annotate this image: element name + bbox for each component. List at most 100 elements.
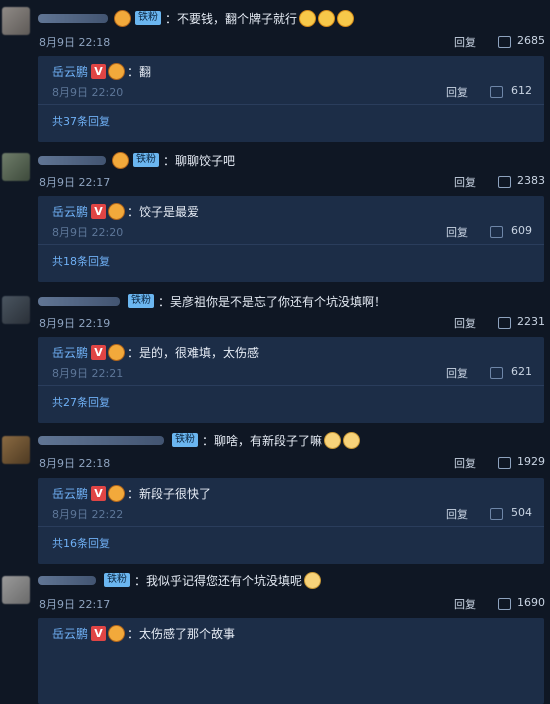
cat-emoji-icon <box>324 431 342 449</box>
username[interactable] <box>38 155 106 165</box>
comment-time: 8月9日 22:17 <box>39 176 111 189</box>
reply-button[interactable]: 回复 <box>454 315 476 331</box>
like-count: 2685 <box>517 34 545 47</box>
reply-button[interactable]: 回复 <box>446 84 468 100</box>
sub-reply-time: 8月9日 22:20 <box>52 86 124 99</box>
like-count: 2231 <box>517 315 545 328</box>
verified-icon: V <box>91 344 107 360</box>
avatar[interactable] <box>2 153 30 181</box>
username[interactable] <box>38 435 164 445</box>
thumbs-up-icon[interactable] <box>498 317 511 329</box>
avatar[interactable] <box>2 296 30 324</box>
crown-icon <box>108 624 126 642</box>
sub-reply-author[interactable]: 岳云鹏 <box>52 203 88 220</box>
thumbs-up-icon[interactable] <box>490 367 503 379</box>
sub-reply-text: ：翻 <box>127 64 152 79</box>
divider <box>38 526 544 527</box>
sub-reply-line: 岳云鹏 V ：太伤感了那个故事 <box>52 624 235 642</box>
sub-reply-author[interactable]: 岳云鹏 <box>52 344 88 361</box>
total-replies-link[interactable]: 共37条回复 <box>52 113 110 129</box>
laugh-emoji-icon <box>337 9 355 27</box>
comment-line: 铁粉 ：我似乎记得您还有个坑没填呢 <box>38 570 322 590</box>
divider <box>38 244 544 245</box>
like-count: 621 <box>511 365 532 378</box>
fan-badge: 铁粉 <box>135 11 161 25</box>
thumbs-up-icon[interactable] <box>498 598 511 610</box>
thumbs-up-icon[interactable] <box>490 508 503 520</box>
sub-reply-line: 岳云鹏 V ：新段子很快了 <box>52 484 211 502</box>
comment-time: 8月9日 22:18 <box>39 457 111 470</box>
comment-time: 8月9日 22:17 <box>39 598 111 611</box>
crown-icon <box>108 62 126 80</box>
divider <box>38 385 544 386</box>
verified-icon: V <box>91 625 107 641</box>
sub-reply-box: 岳云鹏 V ：新段子很快了 8月9日 22:22 回复 504 共16条回复 <box>38 478 544 564</box>
cat-emoji-icon <box>304 571 322 589</box>
sub-reply-author[interactable]: 岳云鹏 <box>52 63 88 80</box>
comment-line: 铁粉 ：聊啥，有新段子了嘛 <box>38 430 361 450</box>
crown-icon <box>114 9 131 27</box>
sub-reply-text: ：太伤感了那个故事 <box>127 626 236 641</box>
fan-badge: 铁粉 <box>172 433 198 447</box>
cat-emoji-icon <box>343 431 361 449</box>
avatar[interactable] <box>2 576 30 604</box>
total-replies-link[interactable]: 共16条回复 <box>52 535 110 551</box>
username[interactable] <box>38 575 96 585</box>
comment-text: ：聊聊饺子吧 <box>163 153 236 168</box>
comment-text: ：吴彦祖你是不是忘了你还有个坑没填啊！ <box>158 294 387 309</box>
reply-button[interactable]: 回复 <box>446 506 468 522</box>
sub-reply-text: ：新段子很快了 <box>127 486 212 501</box>
comment-line: 铁粉 ：不要钱，翻个牌子就行 <box>38 8 355 28</box>
like-count: 504 <box>511 506 532 519</box>
reply-button[interactable]: 回复 <box>454 596 476 612</box>
sub-reply-line: 岳云鹏 V ：是的，很难填，太伤感 <box>52 343 259 361</box>
username[interactable] <box>38 296 120 306</box>
laugh-emoji-icon <box>318 9 336 27</box>
verified-icon: V <box>91 485 107 501</box>
sub-reply-time: 8月9日 22:21 <box>52 367 124 380</box>
crown-icon <box>112 151 129 169</box>
like-count: 609 <box>511 224 532 237</box>
sub-reply-author[interactable]: 岳云鹏 <box>52 485 88 502</box>
sub-reply-box: 岳云鹏 V ：是的，很难填，太伤感 8月9日 22:21 回复 621 共27条… <box>38 337 544 423</box>
sub-reply-box: 岳云鹏 V ：太伤感了那个故事 <box>38 618 544 704</box>
sub-reply-time: 8月9日 22:22 <box>52 508 124 521</box>
username[interactable] <box>38 13 108 23</box>
comment-text: ：聊啥，有新段子了嘛 <box>202 433 323 448</box>
thumbs-up-icon[interactable] <box>490 226 503 238</box>
like-count: 612 <box>511 84 532 97</box>
verified-icon: V <box>91 63 107 79</box>
divider <box>38 104 544 105</box>
like-count: 2383 <box>517 174 545 187</box>
sub-reply-text: ：饺子是最爱 <box>127 204 200 219</box>
verified-icon: V <box>91 203 107 219</box>
thumbs-up-icon[interactable] <box>498 36 511 48</box>
comment-text: ：我似乎记得您还有个坑没填呢 <box>134 573 303 588</box>
reply-button[interactable]: 回复 <box>446 224 468 240</box>
fan-badge: 铁粉 <box>104 573 130 587</box>
fan-badge: 铁粉 <box>133 153 159 167</box>
comment-line: 铁粉 ：吴彦祖你是不是忘了你还有个坑没填啊！ <box>38 291 386 311</box>
reply-button[interactable]: 回复 <box>454 455 476 471</box>
total-replies-link[interactable]: 共18条回复 <box>52 253 110 269</box>
crown-icon <box>108 484 126 502</box>
reply-button[interactable]: 回复 <box>446 365 468 381</box>
reply-button[interactable]: 回复 <box>454 34 476 50</box>
sub-reply-box: 岳云鹏 V ：饺子是最爱 8月9日 22:20 回复 609 共18条回复 <box>38 196 544 282</box>
thumbs-up-icon[interactable] <box>490 86 503 98</box>
comment-time: 8月9日 22:19 <box>39 317 111 330</box>
sub-reply-author[interactable]: 岳云鹏 <box>52 625 88 642</box>
avatar[interactable] <box>2 7 30 35</box>
comment-time: 8月9日 22:18 <box>39 36 111 49</box>
total-replies-link[interactable]: 共27条回复 <box>52 394 110 410</box>
comment-line: 铁粉 ：聊聊饺子吧 <box>38 150 235 170</box>
sub-reply-time: 8月9日 22:20 <box>52 226 124 239</box>
sub-reply-box: 岳云鹏 V ：翻 8月9日 22:20 回复 612 共37条回复 <box>38 56 544 142</box>
reply-button[interactable]: 回复 <box>454 174 476 190</box>
thumbs-up-icon[interactable] <box>498 457 511 469</box>
like-count: 1929 <box>517 455 545 468</box>
fan-badge: 铁粉 <box>128 294 154 308</box>
avatar[interactable] <box>2 436 30 464</box>
crown-icon <box>108 343 126 361</box>
thumbs-up-icon[interactable] <box>498 176 511 188</box>
